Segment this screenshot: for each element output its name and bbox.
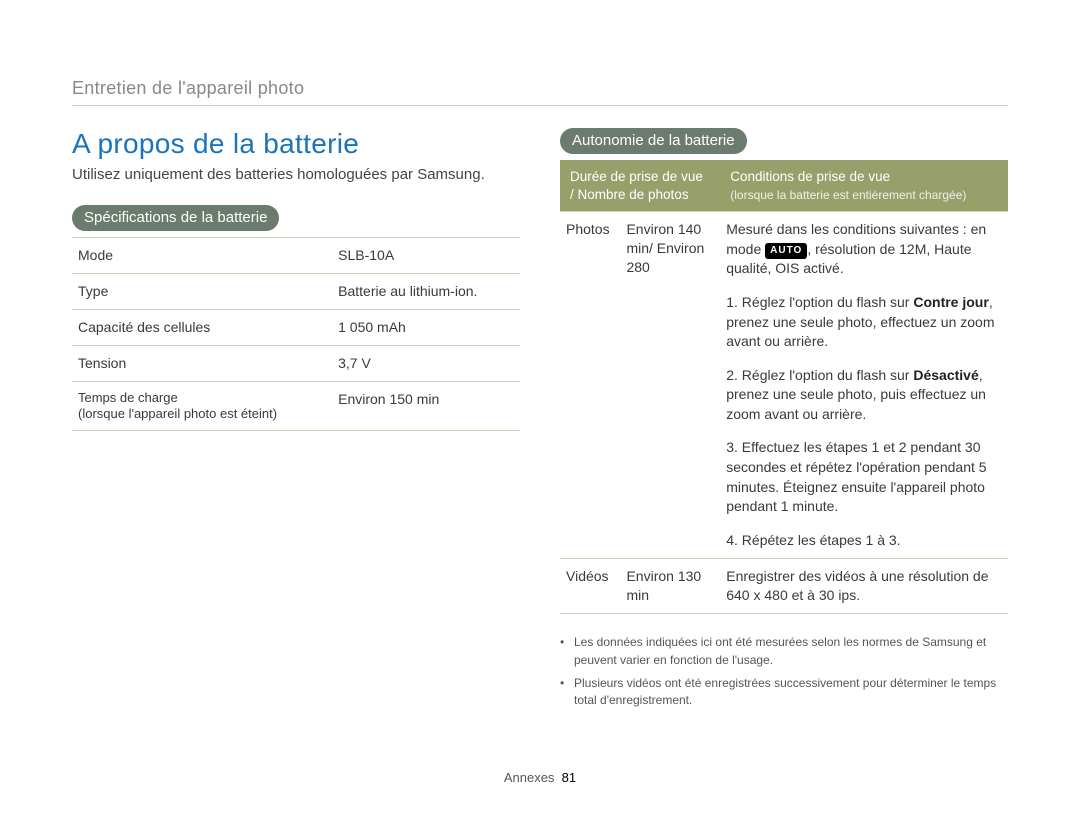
table-row: ModeSLB-10A bbox=[72, 238, 520, 274]
section-header: Entretien de l'appareil photo bbox=[72, 78, 1008, 106]
header-conditions: Conditions de prise de vue (lorsque la b… bbox=[720, 160, 1008, 212]
right-column: Autonomie de la batterie Durée de prise … bbox=[560, 128, 1008, 716]
table-row: Vidéos Environ 130 min Enregistrer des v… bbox=[560, 559, 1008, 614]
spec-value: Environ 150 min bbox=[332, 381, 520, 431]
table-row: TypeBatterie au lithium-ion. bbox=[72, 273, 520, 309]
footnote-item: •Plusieurs vidéos ont été enregistrées s… bbox=[560, 675, 1008, 710]
spec-key: Tension bbox=[72, 345, 332, 381]
header-duration: Durée de prise de vue / Nombre de photos bbox=[560, 160, 720, 212]
left-column: A propos de la batterie Utilisez uniquem… bbox=[72, 128, 520, 716]
spec-key: Mode bbox=[72, 238, 332, 274]
spec-key: Capacité des cellules bbox=[72, 309, 332, 345]
row-value-videos: Environ 130 min bbox=[620, 559, 720, 614]
autonomy-subtitle: Autonomie de la batterie bbox=[560, 128, 747, 154]
row-cond-photos: Mesuré dans les conditions suivantes : e… bbox=[720, 212, 1008, 559]
table-row: Capacité des cellules1 050 mAh bbox=[72, 309, 520, 345]
row-label-videos: Vidéos bbox=[560, 559, 620, 614]
footnote-item: •Les données indiquées ici ont été mesur… bbox=[560, 634, 1008, 669]
spec-subtitle: Spécifications de la batterie bbox=[72, 205, 279, 231]
spec-key: Temps de charge (lorsque l'appareil phot… bbox=[72, 381, 332, 431]
row-value-photos: Environ 140 min/ Environ 280 bbox=[620, 212, 720, 559]
spec-value: SLB-10A bbox=[332, 238, 520, 274]
table-row: Temps de charge (lorsque l'appareil phot… bbox=[72, 381, 520, 431]
spec-key: Type bbox=[72, 273, 332, 309]
row-label-photos: Photos bbox=[560, 212, 620, 559]
table-header-row: Durée de prise de vue / Nombre de photos… bbox=[560, 160, 1008, 212]
page-title: A propos de la batterie bbox=[72, 128, 520, 160]
row-cond-videos: Enregistrer des vidéos à une résolution … bbox=[720, 559, 1008, 614]
intro-text: Utilisez uniquement des batteries homolo… bbox=[72, 166, 520, 183]
footnotes: •Les données indiquées ici ont été mesur… bbox=[560, 634, 1008, 710]
spec-table: ModeSLB-10A TypeBatterie au lithium-ion.… bbox=[72, 237, 520, 431]
table-row: Tension3,7 V bbox=[72, 345, 520, 381]
page-footer: Annexes 81 bbox=[0, 770, 1080, 785]
spec-value: 1 050 mAh bbox=[332, 309, 520, 345]
spec-value: Batterie au lithium-ion. bbox=[332, 273, 520, 309]
auto-badge-icon: AUTO bbox=[765, 243, 807, 259]
autonomy-table: Durée de prise de vue / Nombre de photos… bbox=[560, 160, 1008, 614]
table-row: Photos Environ 140 min/ Environ 280 Mesu… bbox=[560, 212, 1008, 559]
spec-value: 3,7 V bbox=[332, 345, 520, 381]
